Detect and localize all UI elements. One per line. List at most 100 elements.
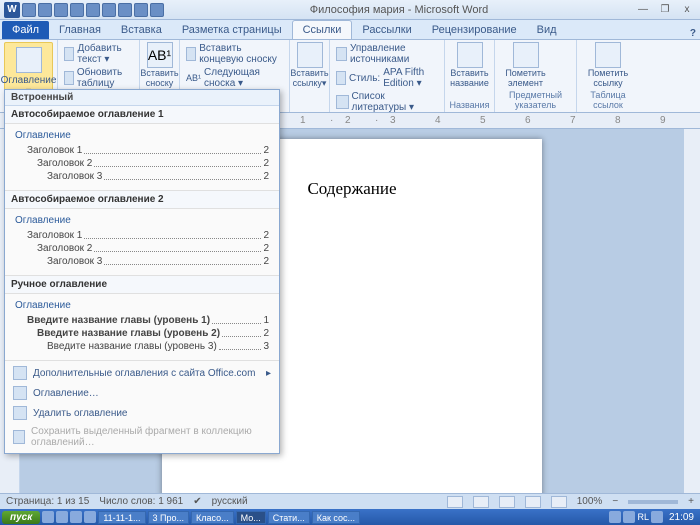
remove-toc-button[interactable]: Удалить оглавление [5,403,279,423]
zoom-in-button[interactable]: + [688,496,694,507]
view-web-icon[interactable] [499,496,515,508]
qat-redo-icon[interactable] [54,3,68,17]
tab-file[interactable]: Файл [2,21,49,39]
qat-save-icon[interactable] [22,3,36,17]
spell-check-icon[interactable]: ✔ [193,496,201,507]
caption-icon [457,42,483,68]
insert-caption-button[interactable]: Вставить название [449,42,490,88]
next-footnote-button[interactable]: AB¹Следующая сноска ▾ [184,66,285,90]
toc-preview-manual[interactable]: Оглавление Введите название главы (урове… [5,294,279,361]
minimize-button[interactable]: — [634,3,652,17]
save-toc-button: Сохранить выделенный фрагмент в коллекци… [5,423,279,451]
start-button[interactable]: пуск [2,511,40,524]
office-icon [13,366,27,380]
biblio-icon [336,95,349,109]
insert-footnote-button[interactable]: AB¹ Вставить сноску [144,42,175,88]
mark-entry-icon [513,42,539,68]
tray-icon[interactable] [651,511,663,523]
remove-toc-icon [13,406,27,420]
view-draft-icon[interactable] [551,496,567,508]
mark-citation-icon [595,42,621,68]
insert-endnote-button[interactable]: Вставить концевую сноску [184,42,285,66]
tab-insert[interactable]: Вставка [111,21,172,39]
taskbar-item[interactable]: Стати... [268,511,310,524]
quicklaunch-icon[interactable] [56,511,68,523]
group-label-authorities: Таблица ссылок [581,90,635,110]
style-icon [336,71,346,85]
toc-option-auto1[interactable]: Автособираемое оглавление 1 [5,106,279,124]
zoom-out-button[interactable]: − [612,496,618,507]
toc-dropdown: Встроенный Автособираемое оглавление 1 О… [4,89,280,454]
taskbar-item[interactable]: Мо... [236,511,266,524]
view-print-layout-icon[interactable] [447,496,463,508]
tab-view[interactable]: Вид [527,21,567,39]
group-label-captions: Названия [449,100,490,110]
quicklaunch-icon[interactable] [42,511,54,523]
bibliography-button[interactable]: Список литературы ▾ [334,90,440,114]
word-count[interactable]: Число слов: 1 961 [99,496,183,507]
update-index-icon[interactable] [554,66,572,84]
qat-icon[interactable] [70,3,84,17]
toc-option-manual[interactable]: Ручное оглавление [5,276,279,294]
group-label-index: Предметный указатель [499,90,572,110]
quicklaunch-icon[interactable] [84,511,96,523]
word-icon: W [4,2,20,18]
tab-home[interactable]: Главная [49,21,111,39]
insert-toc-icon [13,386,27,400]
update-icon [64,71,74,85]
help-icon[interactable]: ? [690,28,696,39]
tab-review[interactable]: Рецензирование [422,21,527,39]
qat-icon[interactable] [118,3,132,17]
qat-icon[interactable] [102,3,116,17]
qat-icon[interactable] [134,3,148,17]
tray-icon[interactable] [623,511,635,523]
qat-icon[interactable] [86,3,100,17]
toc-option-auto2[interactable]: Автособираемое оглавление 2 [5,191,279,209]
quicklaunch-icon[interactable] [70,511,82,523]
view-outline-icon[interactable] [525,496,541,508]
more-toc-office-button[interactable]: Дополнительные оглавления с сайта Office… [5,363,279,383]
mark-citation-button[interactable]: Пометить ссылку [581,42,635,88]
ribbon-tabs: Файл Главная Вставка Разметка страницы С… [0,20,700,40]
qat-more-icon[interactable] [150,3,164,17]
language-status[interactable]: русский [212,496,248,507]
window-title: Философия мария - Microsoft Word [164,4,634,16]
update-table-button[interactable]: Обновить таблицу [62,66,135,90]
restore-button[interactable]: ❐ [656,3,674,17]
toc-icon [16,47,42,73]
taskbar-item[interactable]: 11-11-1... [98,511,145,524]
taskbar-clock[interactable]: 21:09 [665,512,698,523]
status-bar: Страница: 1 из 15 Число слов: 1 961 ✔ ру… [0,493,700,509]
insert-index-icon[interactable] [554,46,572,64]
dropdown-header-builtin: Встроенный [5,90,279,106]
footnote-icon: AB¹ [147,42,173,68]
vertical-scrollbar[interactable] [684,129,700,493]
add-text-button[interactable]: Добавить текст ▾ [62,42,135,66]
citation-icon [297,42,323,68]
add-text-icon [64,47,74,61]
insert-toc-button[interactable]: Оглавление… [5,383,279,403]
toc-preview-auto1[interactable]: Оглавление Заголовок 12 Заголовок 22 Заг… [5,124,279,191]
endnote-icon [186,47,196,61]
zoom-level[interactable]: 100% [577,496,603,507]
citation-style-select[interactable]: Стиль: APA Fifth Edition ▾ [334,66,440,90]
tab-pagelayout[interactable]: Разметка страницы [172,21,292,39]
tray-icon[interactable] [609,511,621,523]
taskbar-item[interactable]: 3 Про... [148,511,190,524]
save-toc-icon [13,430,25,444]
view-fullscreen-icon[interactable] [473,496,489,508]
close-button[interactable]: x [678,3,696,17]
mark-entry-button[interactable]: Пометить элемент [499,42,552,88]
taskbar-item[interactable]: Как сос... [312,511,360,524]
tab-references[interactable]: Ссылки [292,20,353,39]
insert-citation-button[interactable]: Вставить ссылку▾ [294,42,325,89]
title-bar: W Философия мария - Microsoft Word — ❐ x [0,0,700,20]
toc-preview-auto2[interactable]: Оглавление Заголовок 12 Заголовок 22 Заг… [5,209,279,276]
taskbar-item[interactable]: Класо... [191,511,234,524]
qat-undo-icon[interactable] [38,3,52,17]
tray-language[interactable]: RL [637,512,649,522]
zoom-slider[interactable] [628,500,678,504]
page-status[interactable]: Страница: 1 из 15 [6,496,89,507]
manage-sources-button[interactable]: Управление источниками [334,42,440,66]
tab-mailings[interactable]: Рассылки [352,21,421,39]
